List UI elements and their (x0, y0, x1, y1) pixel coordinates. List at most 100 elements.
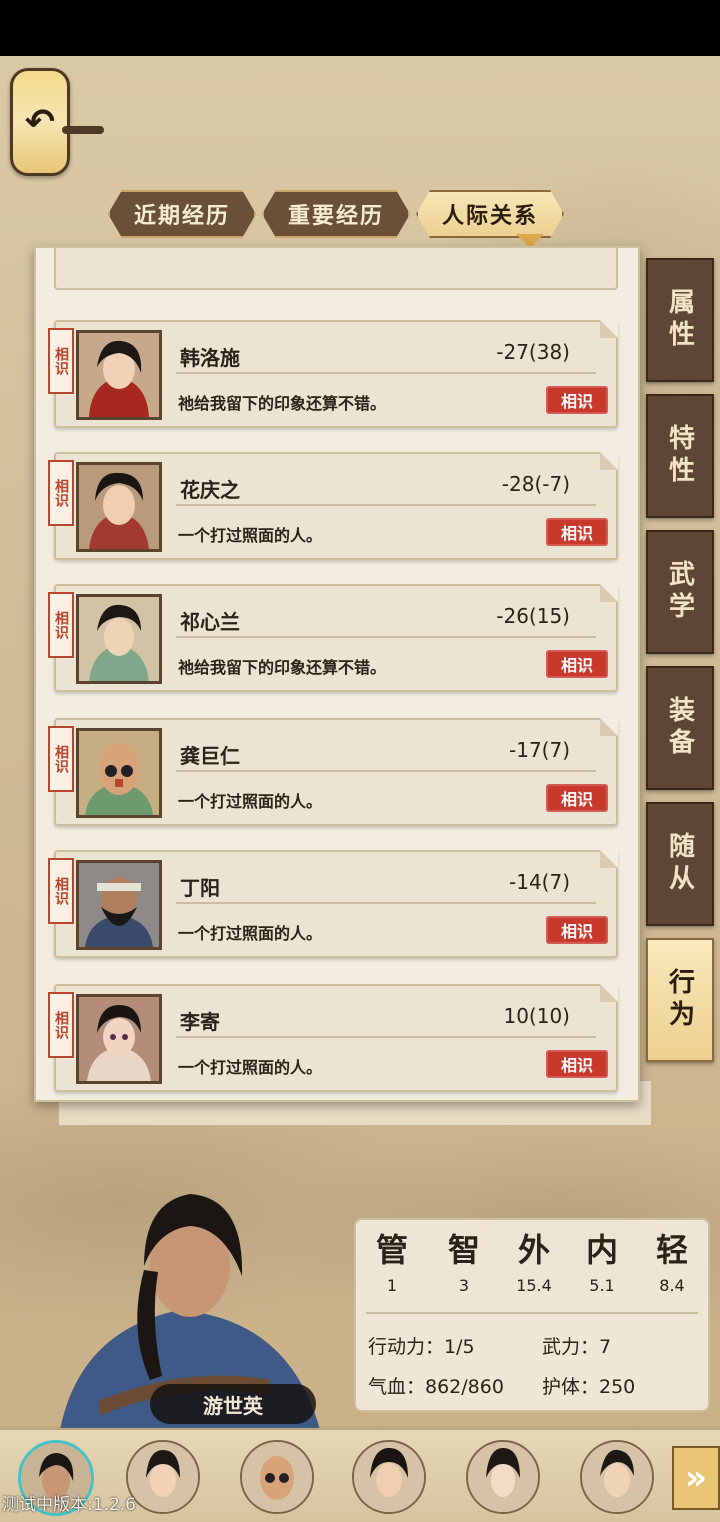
relation-score: -17(7) (509, 738, 570, 762)
relation-score: -14(7) (509, 870, 570, 894)
relations-panel[interactable]: 相识 韩洛施 -27(38) 祂给我留下的印象还算不错。 相识 相识 花庆之 -… (34, 246, 640, 1102)
relation-score: -26(15) (496, 604, 570, 628)
relation-score: -28(-7) (501, 472, 570, 496)
portrait (76, 330, 162, 420)
side-tab-followers[interactable]: 随从 (646, 802, 714, 926)
stats-panel: 管 1 智 3 外 15.4 内 5.1 轻 8.4 行动力：1/5 武力：7 … (354, 1218, 710, 1412)
female-portrait-icon (79, 333, 159, 417)
character-avatar[interactable] (126, 1440, 200, 1514)
relation-tag: 相识 (48, 460, 74, 526)
stat-column: 轻 8.4 (642, 1234, 702, 1295)
stat-label: 管 (375, 1231, 408, 1269)
divider (176, 372, 596, 374)
relation-badge[interactable]: 相识 (546, 650, 608, 678)
female-portrait-icon (79, 465, 159, 549)
relation-name: 龚巨仁 (180, 744, 240, 768)
portrait (76, 994, 162, 1084)
divider (176, 770, 596, 772)
relation-tag: 相识 (48, 726, 74, 792)
character-avatar[interactable] (580, 1440, 654, 1514)
character-avatar[interactable] (466, 1440, 540, 1514)
undo-arrow-icon: ↶ (24, 101, 56, 143)
relation-card[interactable]: 相识 龚巨仁 -17(7) 一个打过照面的人。 相识 (48, 718, 618, 826)
side-tab-behavior[interactable]: 行为 (646, 938, 714, 1062)
relation-card[interactable]: 相识 祁心兰 -26(15) 祂给我留下的印象还算不错。 相识 (48, 584, 618, 692)
relation-card[interactable]: 相识 韩洛施 -27(38) 祂给我留下的印象还算不错。 相识 (48, 320, 618, 428)
force-value: 武力：7 (542, 1336, 612, 1358)
partial-card (54, 248, 618, 290)
girl-portrait-icon (79, 997, 159, 1081)
relation-card[interactable]: 相识 李寄 10(10) 一个打过照面的人。 相识 (48, 984, 618, 1092)
relation-tag: 相识 (48, 858, 74, 924)
stat-column: 管 1 (362, 1234, 422, 1295)
stat-label: 轻 (655, 1231, 688, 1269)
stat-label: 内 (585, 1231, 618, 1269)
side-tab-traits[interactable]: 特性 (646, 394, 714, 518)
bearded-man-portrait-icon (79, 863, 159, 947)
action-points: 行动力：1/5 (368, 1336, 475, 1358)
stat-value: 1 (386, 1276, 398, 1295)
relation-desc: 祂给我留下的印象还算不错。 (178, 658, 387, 677)
relation-desc: 一个打过照面的人。 (178, 1058, 323, 1077)
stat-value: 3 (458, 1276, 470, 1295)
relation-badge[interactable]: 相识 (546, 518, 608, 546)
side-tab-equipment[interactable]: 装备 (646, 666, 714, 790)
relation-badge[interactable]: 相识 (546, 916, 608, 944)
stat-label: 智 (447, 1231, 480, 1269)
relation-tag: 相识 (48, 992, 74, 1058)
relation-name: 祁心兰 (180, 610, 240, 634)
version-label: 测试中版本:1.2.6 (2, 1495, 136, 1515)
relation-desc: 一个打过照面的人。 (178, 924, 323, 943)
hero-name-label: 游世英 (150, 1384, 316, 1424)
back-button[interactable]: ↶ (10, 68, 70, 176)
divider (176, 902, 596, 904)
relation-desc: 一个打过照面的人。 (178, 792, 323, 811)
relation-desc: 祂给我留下的印象还算不错。 (178, 394, 387, 413)
relation-tag: 相识 (48, 328, 74, 394)
relation-badge[interactable]: 相识 (546, 1050, 608, 1078)
relation-desc: 一个打过照面的人。 (178, 526, 323, 545)
divider (176, 636, 596, 638)
side-tab-martial-arts[interactable]: 武学 (646, 530, 714, 654)
tab-bar: 近期经历 重要经历 人际关系 (108, 190, 564, 238)
stat-label: 外 (517, 1231, 550, 1269)
stat-column: 内 5.1 (572, 1234, 632, 1295)
portrait (76, 728, 162, 818)
stat-column: 外 15.4 (504, 1234, 564, 1295)
relation-score: 10(10) (503, 1004, 570, 1028)
side-tab-attributes[interactable]: 属性 (646, 258, 714, 382)
character-avatar[interactable] (352, 1440, 426, 1514)
hp-value: 气血：862/860 (368, 1376, 504, 1398)
relation-card[interactable]: 相识 丁阳 -14(7) 一个打过照面的人。 相识 (48, 850, 618, 958)
tab-relationships[interactable]: 人际关系 (416, 190, 564, 238)
relation-name: 李寄 (180, 1010, 220, 1034)
female-portrait-icon (79, 597, 159, 681)
stat-value: 15.4 (516, 1276, 552, 1295)
portrait (76, 594, 162, 684)
tab-important-experience[interactable]: 重要经历 (262, 190, 410, 238)
portrait (76, 860, 162, 950)
relation-badge[interactable]: 相识 (546, 784, 608, 812)
stat-value: 5.1 (589, 1276, 615, 1295)
armor-value: 护体：250 (542, 1376, 636, 1398)
bald-man-portrait-icon (79, 731, 159, 815)
next-page-button[interactable]: » (672, 1446, 720, 1510)
tab-recent-experience[interactable]: 近期经历 (108, 190, 256, 238)
relation-name: 韩洛施 (180, 346, 240, 370)
divider (366, 1312, 698, 1314)
relation-name: 丁阳 (180, 876, 220, 900)
character-avatar[interactable] (240, 1440, 314, 1514)
relation-badge[interactable]: 相识 (546, 386, 608, 414)
relation-name: 花庆之 (180, 478, 240, 502)
double-chevron-right-icon: » (685, 1458, 707, 1498)
relation-tag: 相识 (48, 592, 74, 658)
relation-card[interactable]: 相识 花庆之 -28(-7) 一个打过照面的人。 相识 (48, 452, 618, 560)
status-bar (0, 0, 720, 56)
lantern-handle (62, 126, 104, 134)
side-tab-bar: 属性 特性 武学 装备 随从 行为 (646, 258, 714, 1074)
stat-column: 智 3 (434, 1234, 494, 1295)
stat-value: 8.4 (659, 1276, 685, 1295)
divider (176, 504, 596, 506)
divider (176, 1036, 596, 1038)
relation-score: -27(38) (496, 340, 570, 364)
